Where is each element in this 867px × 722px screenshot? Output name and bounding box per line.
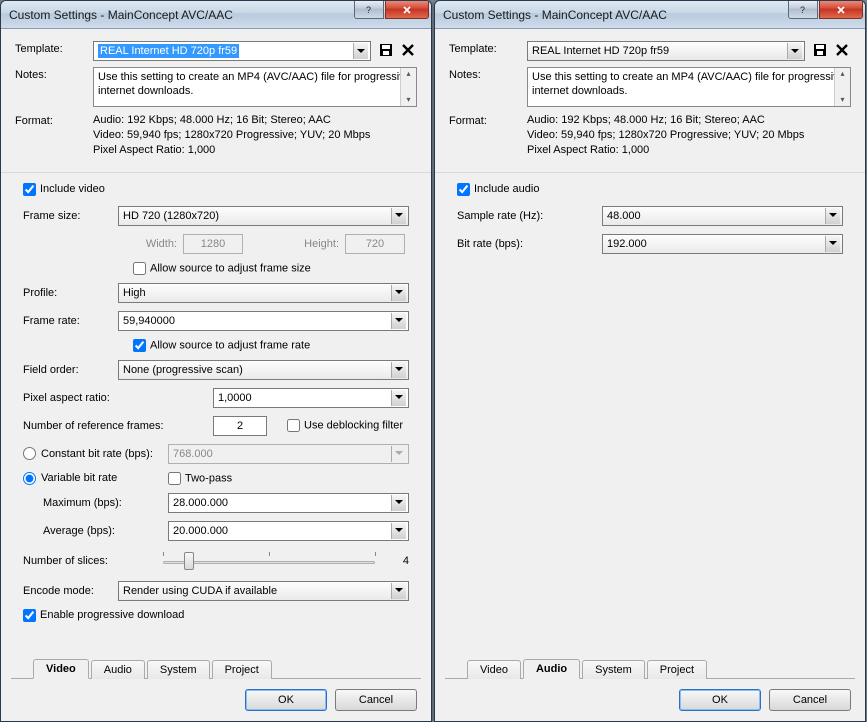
chevron-down-icon xyxy=(787,43,802,59)
template-dropdown[interactable]: REAL Internet HD 720p fr59 xyxy=(93,41,371,61)
chevron-down-icon xyxy=(391,523,406,539)
ref-frames-label: Number of reference frames: xyxy=(23,420,213,432)
include-audio-checkbox[interactable]: Include audio xyxy=(457,183,539,196)
field-order-label: Field order: xyxy=(23,364,118,376)
save-template-icon[interactable] xyxy=(377,41,395,59)
tab-video[interactable]: Video xyxy=(467,660,521,679)
delete-template-icon[interactable] xyxy=(833,41,851,59)
chevron-down-icon xyxy=(391,362,406,378)
constant-bitrate-dropdown: 768.000 xyxy=(168,444,409,464)
frame-size-label: Frame size: xyxy=(23,210,118,222)
slices-value: 4 xyxy=(385,555,409,567)
chevron-down-icon xyxy=(825,208,840,224)
format-label: Format: xyxy=(15,113,93,127)
two-pass-checkbox[interactable]: Two-pass xyxy=(168,472,232,485)
variable-bitrate-radio[interactable]: Variable bit rate xyxy=(23,472,168,485)
tab-video[interactable]: Video xyxy=(33,659,89,679)
format-summary: Audio: 192 Kbps; 48.000 Hz; 16 Bit; Ster… xyxy=(93,113,370,158)
cancel-button[interactable]: Cancel xyxy=(769,689,851,711)
profile-label: Profile: xyxy=(23,287,118,299)
profile-dropdown[interactable]: High xyxy=(118,283,409,303)
help-button[interactable]: ? xyxy=(354,1,384,19)
tab-system[interactable]: System xyxy=(582,660,645,679)
frame-rate-label: Frame rate: xyxy=(23,315,118,327)
allow-adjust-frame-rate-checkbox[interactable]: Allow source to adjust frame rate xyxy=(133,339,310,352)
notes-label: Notes: xyxy=(15,67,93,81)
notes-label: Notes: xyxy=(449,67,527,81)
template-dropdown[interactable]: REAL Internet HD 720p fr59 xyxy=(527,41,805,61)
window-title: Custom Settings - MainConcept AVC/AAC xyxy=(9,8,233,22)
tab-project[interactable]: Project xyxy=(212,660,272,679)
tab-strip: Video Audio System Project xyxy=(11,657,421,679)
delete-template-icon[interactable] xyxy=(399,41,417,59)
window-title: Custom Settings - MainConcept AVC/AAC xyxy=(443,8,667,22)
ok-button[interactable]: OK xyxy=(245,689,327,711)
tab-project[interactable]: Project xyxy=(647,660,707,679)
chevron-down-icon xyxy=(391,446,406,462)
close-button[interactable] xyxy=(819,1,863,19)
max-bitrate-label: Maximum (bps): xyxy=(43,497,168,509)
chevron-down-icon xyxy=(391,285,406,301)
format-summary: Audio: 192 Kbps; 48.000 Hz; 16 Bit; Ster… xyxy=(527,113,804,158)
scrollbar[interactable]: ▴▾ xyxy=(400,68,416,106)
svg-text:?: ? xyxy=(800,5,805,15)
settings-window-audio: Custom Settings - MainConcept AVC/AAC ? … xyxy=(434,0,866,722)
tab-audio[interactable]: Audio xyxy=(523,659,580,679)
save-template-icon[interactable] xyxy=(811,41,829,59)
template-label: Template: xyxy=(15,41,93,55)
allow-adjust-frame-size-checkbox[interactable]: Allow source to adjust frame size xyxy=(133,262,311,275)
max-bitrate-dropdown[interactable]: 28.000.000 xyxy=(168,493,409,513)
cancel-button[interactable]: Cancel xyxy=(335,689,417,711)
frame-rate-dropdown[interactable]: 59,940000 xyxy=(118,311,409,331)
notes-textarea[interactable]: Use this setting to create an MP4 (AVC/A… xyxy=(93,67,417,107)
settings-window-video: Custom Settings - MainConcept AVC/AAC ? … xyxy=(0,0,432,722)
ok-button[interactable]: OK xyxy=(679,689,761,711)
pixel-aspect-label: Pixel aspect ratio: xyxy=(23,392,213,404)
chevron-down-icon xyxy=(391,495,406,511)
pixel-aspect-dropdown[interactable]: 1,0000 xyxy=(213,388,409,408)
chevron-down-icon xyxy=(391,583,406,599)
tab-audio[interactable]: Audio xyxy=(91,660,145,679)
tab-strip: Video Audio System Project xyxy=(445,657,855,679)
enable-progressive-checkbox[interactable]: Enable progressive download xyxy=(23,609,184,622)
format-label: Format: xyxy=(449,113,527,127)
deblocking-checkbox[interactable]: Use deblocking filter xyxy=(287,419,403,432)
tab-system[interactable]: System xyxy=(147,660,210,679)
height-label: Height: xyxy=(295,238,339,250)
avg-bitrate-dropdown[interactable]: 20.000.000 xyxy=(168,521,409,541)
encode-mode-label: Encode mode: xyxy=(23,585,118,597)
titlebar[interactable]: Custom Settings - MainConcept AVC/AAC ? xyxy=(435,1,865,29)
encode-mode-dropdown[interactable]: Render using CUDA if available xyxy=(118,581,409,601)
close-button[interactable] xyxy=(385,1,429,19)
slices-label: Number of slices: xyxy=(23,555,153,567)
titlebar[interactable]: Custom Settings - MainConcept AVC/AAC ? xyxy=(1,1,431,29)
chevron-down-icon xyxy=(825,236,840,252)
field-order-dropdown[interactable]: None (progressive scan) xyxy=(118,360,409,380)
height-field: 720 xyxy=(345,234,405,254)
width-field: 1280 xyxy=(183,234,243,254)
scrollbar[interactable]: ▴▾ xyxy=(834,68,850,106)
bit-rate-label: Bit rate (bps): xyxy=(457,238,602,250)
template-label: Template: xyxy=(449,41,527,55)
chevron-down-icon xyxy=(391,313,406,329)
chevron-down-icon xyxy=(391,390,406,406)
help-button[interactable]: ? xyxy=(788,1,818,19)
chevron-down-icon xyxy=(391,208,406,224)
sample-rate-dropdown[interactable]: 48.000 xyxy=(602,206,843,226)
chevron-down-icon xyxy=(353,43,368,59)
notes-textarea[interactable]: Use this setting to create an MP4 (AVC/A… xyxy=(527,67,851,107)
constant-bitrate-radio[interactable]: Constant bit rate (bps): xyxy=(23,447,168,460)
width-label: Width: xyxy=(133,238,177,250)
sample-rate-label: Sample rate (Hz): xyxy=(457,210,602,222)
ref-frames-field[interactable]: 2 xyxy=(213,416,267,436)
include-video-checkbox[interactable]: Include video xyxy=(23,183,105,196)
frame-size-dropdown[interactable]: HD 720 (1280x720) xyxy=(118,206,409,226)
bit-rate-dropdown[interactable]: 192.000 xyxy=(602,234,843,254)
avg-bitrate-label: Average (bps): xyxy=(43,525,168,537)
slices-slider[interactable] xyxy=(163,549,375,573)
svg-text:?: ? xyxy=(366,5,371,15)
